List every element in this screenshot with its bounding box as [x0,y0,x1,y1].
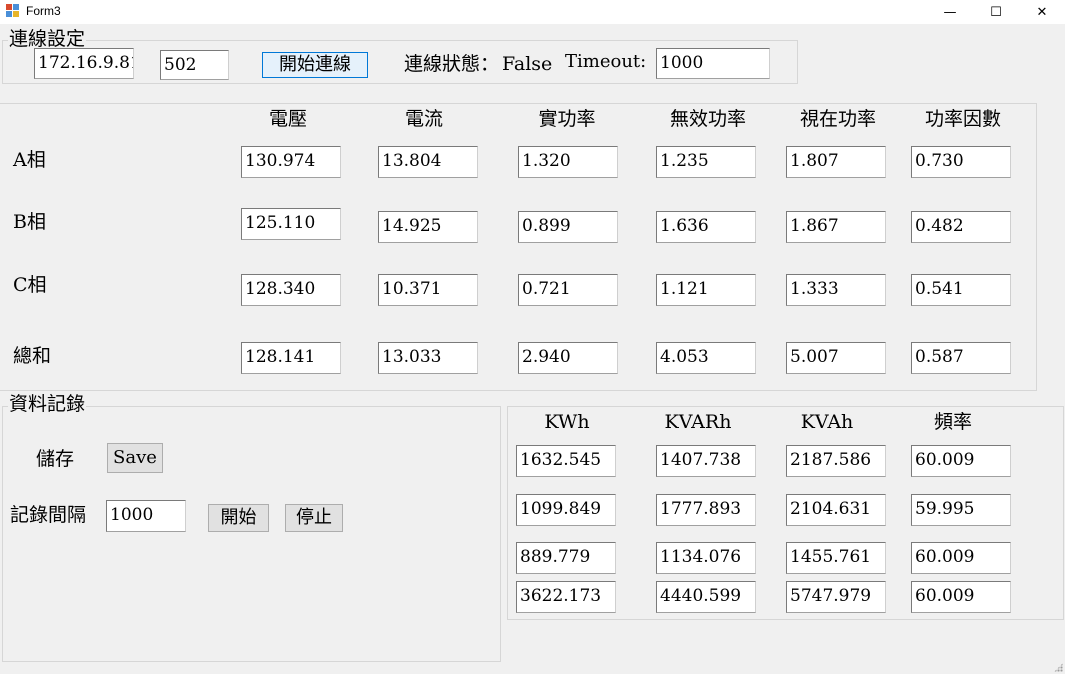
phase-a-power-factor[interactable]: 0.730 [911,146,1011,178]
start-logging-button[interactable]: 開始 [208,504,269,532]
phase-b-power-factor[interactable]: 0.482 [911,211,1011,243]
phase-c-voltage[interactable]: 128.340 [241,274,341,306]
phase-c-reactive-power[interactable]: 1.121 [656,274,756,306]
energy-r1-kvah[interactable]: 2187.586 [786,445,886,477]
connection-group-label: 連線設定 [8,28,87,50]
connect-button[interactable]: 開始連線 [262,52,368,78]
header-reactive-power: 無效功率 [669,108,746,130]
header-real-power: 實功率 [538,108,596,130]
timeout-input[interactable]: 1000 [656,48,770,79]
header-kvah: KVAh [800,411,854,433]
energy-r2-kvarh[interactable]: 1777.893 [656,494,756,526]
port-input[interactable]: 502 [160,50,229,80]
window-title: Form3 [26,4,61,18]
total-reactive-power[interactable]: 4.053 [656,342,756,374]
energy-r2-frequency[interactable]: 59.995 [911,494,1011,526]
logging-group [2,406,501,662]
phase-b-real-power[interactable]: 0.899 [518,211,618,243]
total-voltage[interactable]: 128.141 [241,342,341,374]
resize-grip-icon[interactable] [1054,663,1063,672]
maximize-button[interactable]: ☐ [973,0,1019,24]
energy-r4-kvarh[interactable]: 4440.599 [656,581,756,613]
timeout-label: Timeout: [565,51,647,72]
energy-r2-kwh[interactable]: 1099.849 [516,494,616,526]
form-icon [6,4,20,18]
phase-a-real-power[interactable]: 1.320 [518,146,618,178]
header-kwh: KWh [544,411,590,433]
phase-a-voltage[interactable]: 130.974 [241,146,341,178]
interval-label: 記錄間隔 [10,504,87,526]
energy-r1-kvarh[interactable]: 1407.738 [656,445,756,477]
total-current[interactable]: 13.033 [378,342,478,374]
header-power-factor: 功率因數 [924,108,1001,130]
energy-r4-kvah[interactable]: 5747.979 [786,581,886,613]
total-real-power[interactable]: 2.940 [518,342,618,374]
energy-r3-frequency[interactable]: 60.009 [911,542,1011,574]
energy-r3-kwh[interactable]: 889.779 [516,542,616,574]
energy-r3-kvah[interactable]: 1455.761 [786,542,886,574]
phase-c-real-power[interactable]: 0.721 [518,274,618,306]
row-label-phase-c: C相 [13,274,47,296]
header-voltage: 電壓 [268,108,307,130]
total-power-factor[interactable]: 0.587 [911,342,1011,374]
interval-input[interactable]: 1000 [106,500,186,532]
energy-r3-kvarh[interactable]: 1134.076 [656,542,756,574]
save-button[interactable]: Save [107,443,163,473]
minimize-button[interactable]: — [927,0,973,24]
save-label: 儲存 [36,448,75,470]
total-apparent-power[interactable]: 5.007 [786,342,886,374]
connection-status-value: False [502,53,553,75]
energy-r2-kvah[interactable]: 2104.631 [786,494,886,526]
phase-c-power-factor[interactable]: 0.541 [911,274,1011,306]
phase-a-reactive-power[interactable]: 1.235 [656,146,756,178]
phase-b-current[interactable]: 14.925 [378,211,478,243]
header-current: 電流 [404,108,443,130]
header-frequency: 頻率 [933,411,972,433]
header-apparent-power: 視在功率 [799,108,876,130]
energy-r1-kwh[interactable]: 1632.545 [516,445,616,477]
phase-c-current[interactable]: 10.371 [378,274,478,306]
phase-c-apparent-power[interactable]: 1.333 [786,274,886,306]
logging-group-label: 資料記錄 [8,393,87,415]
title-bar: Form3 — ☐ ✕ [0,0,1065,24]
phase-b-voltage[interactable]: 125.110 [241,208,341,240]
row-label-phase-a: A相 [13,149,46,171]
row-label-total: 總和 [13,345,52,367]
connection-status-label: 連線狀態： [404,53,500,75]
header-kvarh: KVARh [664,411,732,433]
energy-r1-frequency[interactable]: 60.009 [911,445,1011,477]
row-label-phase-b: B相 [13,211,46,233]
energy-r4-kwh[interactable]: 3622.173 [516,581,616,613]
close-button[interactable]: ✕ [1019,0,1065,24]
phase-b-reactive-power[interactable]: 1.636 [656,211,756,243]
stop-logging-button[interactable]: 停止 [285,504,343,532]
energy-r4-frequency[interactable]: 60.009 [911,581,1011,613]
phase-a-apparent-power[interactable]: 1.807 [786,146,886,178]
phase-a-current[interactable]: 13.804 [378,146,478,178]
phase-b-apparent-power[interactable]: 1.867 [786,211,886,243]
ip-address-input[interactable]: 172.16.9.81 [34,48,134,79]
